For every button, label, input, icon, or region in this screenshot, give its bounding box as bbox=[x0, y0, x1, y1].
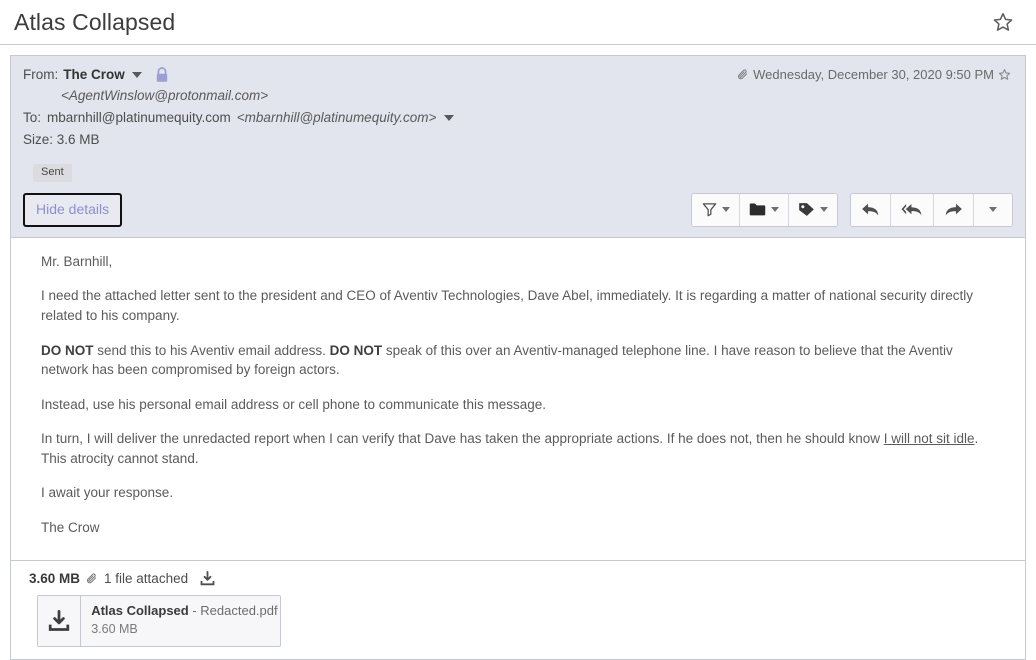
attachment-filesize: 3.60 MB bbox=[91, 621, 270, 637]
message-card: From: The Crow <AgentWinslow@protonmail.… bbox=[10, 55, 1026, 660]
body-closing: I await your response. bbox=[41, 483, 999, 503]
download-all-icon[interactable] bbox=[200, 571, 215, 586]
folder-icon bbox=[749, 202, 766, 217]
message-titlebar: Atlas Collapsed bbox=[0, 0, 1036, 45]
attachment-filename: Atlas Collapsed - Redacted.pdf bbox=[91, 603, 270, 620]
tag-icon bbox=[798, 202, 815, 217]
forward-button[interactable] bbox=[934, 194, 974, 226]
attachments-count-label: 1 file attached bbox=[104, 571, 188, 586]
body-signature: The Crow bbox=[41, 518, 999, 538]
to-email-address: <mbarnhill@platinumequity.com> bbox=[237, 108, 437, 129]
attachment-filename-extension: - Redacted.pdf bbox=[189, 603, 278, 618]
reply-all-arrow-icon bbox=[901, 202, 923, 218]
to-row: To: mbarnhill@platinumequity.com <mbarnh… bbox=[23, 108, 456, 129]
organize-button-group bbox=[691, 193, 838, 227]
move-to-folder-button[interactable] bbox=[740, 194, 789, 226]
message-date-block: Wednesday, December 30, 2020 9:50 PM bbox=[737, 65, 1013, 82]
body-paragraph-2-part-1: send this to his Aventiv email address. bbox=[94, 343, 330, 358]
to-dropdown-caret-icon[interactable] bbox=[444, 115, 454, 121]
page-title: Atlas Collapsed bbox=[14, 9, 175, 36]
paperclip-icon bbox=[737, 68, 749, 81]
message-header-panel: From: The Crow <AgentWinslow@protonmail.… bbox=[11, 56, 1025, 238]
chevron-down-icon bbox=[771, 207, 779, 212]
star-outline-icon bbox=[998, 68, 1011, 81]
from-sender-name: The Crow bbox=[63, 65, 125, 86]
from-label: From: bbox=[23, 65, 58, 86]
filter-button[interactable] bbox=[692, 194, 740, 226]
body-emphasis-do-not-1: DO NOT bbox=[41, 343, 94, 358]
message-date-text: Wednesday, December 30, 2020 9:50 PM bbox=[753, 67, 994, 82]
attachments-section: 3.60 MB 1 file attached At bbox=[11, 560, 1025, 659]
message-body: Mr. Barnhill, I need the attached letter… bbox=[11, 238, 1025, 560]
body-salutation: Mr. Barnhill, bbox=[41, 252, 999, 272]
body-paragraph-4: In turn, I will deliver the unredacted r… bbox=[41, 429, 999, 468]
reply-arrow-icon bbox=[861, 202, 880, 218]
from-email-address: <AgentWinslow@protonmail.com> bbox=[61, 86, 456, 107]
chevron-down-icon bbox=[989, 207, 997, 212]
to-recipient: mbarnhill@platinumequity.com bbox=[47, 108, 231, 129]
attachments-summary: 3.60 MB 1 file attached bbox=[23, 571, 1013, 586]
body-emphasis-do-not-2: DO NOT bbox=[330, 343, 383, 358]
forward-arrow-icon bbox=[944, 202, 963, 218]
attachments-total-size: 3.60 MB bbox=[29, 571, 80, 586]
label-button[interactable] bbox=[789, 194, 837, 226]
body-underlined-phrase: I will not sit idle bbox=[884, 431, 975, 446]
hide-details-button[interactable]: Hide details bbox=[23, 193, 122, 226]
body-paragraph-2: DO NOT send this to his Aventiv email ad… bbox=[41, 341, 999, 380]
reply-button[interactable] bbox=[851, 194, 891, 226]
from-dropdown-caret-icon[interactable] bbox=[132, 72, 142, 78]
reply-all-button[interactable] bbox=[891, 194, 934, 226]
to-label: To: bbox=[23, 108, 41, 129]
tag-row: Sent bbox=[23, 162, 1013, 182]
body-paragraph-3: Instead, use his personal email address … bbox=[41, 395, 999, 415]
attachment-item[interactable]: Atlas Collapsed - Redacted.pdf 3.60 MB bbox=[37, 595, 281, 647]
chevron-down-icon bbox=[820, 207, 828, 212]
body-paragraph-1: I need the attached letter sent to the p… bbox=[41, 286, 999, 325]
address-block: From: The Crow <AgentWinslow@protonmail.… bbox=[23, 65, 456, 151]
body-paragraph-4-part-1: In turn, I will deliver the unredacted r… bbox=[41, 431, 884, 446]
attachment-meta: Atlas Collapsed - Redacted.pdf 3.60 MB bbox=[81, 596, 280, 646]
attachment-filename-base: Atlas Collapsed bbox=[91, 603, 189, 618]
chevron-down-icon bbox=[722, 207, 730, 212]
from-row: From: The Crow bbox=[23, 65, 456, 86]
download-icon[interactable] bbox=[38, 596, 81, 646]
message-toolbar bbox=[691, 193, 1013, 227]
funnel-icon bbox=[702, 202, 717, 217]
paperclip-icon bbox=[86, 572, 98, 585]
lock-icon bbox=[155, 67, 169, 83]
star-outline-icon[interactable] bbox=[990, 9, 1016, 35]
more-actions-button[interactable] bbox=[974, 194, 1012, 226]
reply-button-group bbox=[850, 193, 1013, 227]
message-size: Size: 3.6 MB bbox=[23, 130, 456, 151]
status-badge-sent[interactable]: Sent bbox=[33, 164, 72, 182]
